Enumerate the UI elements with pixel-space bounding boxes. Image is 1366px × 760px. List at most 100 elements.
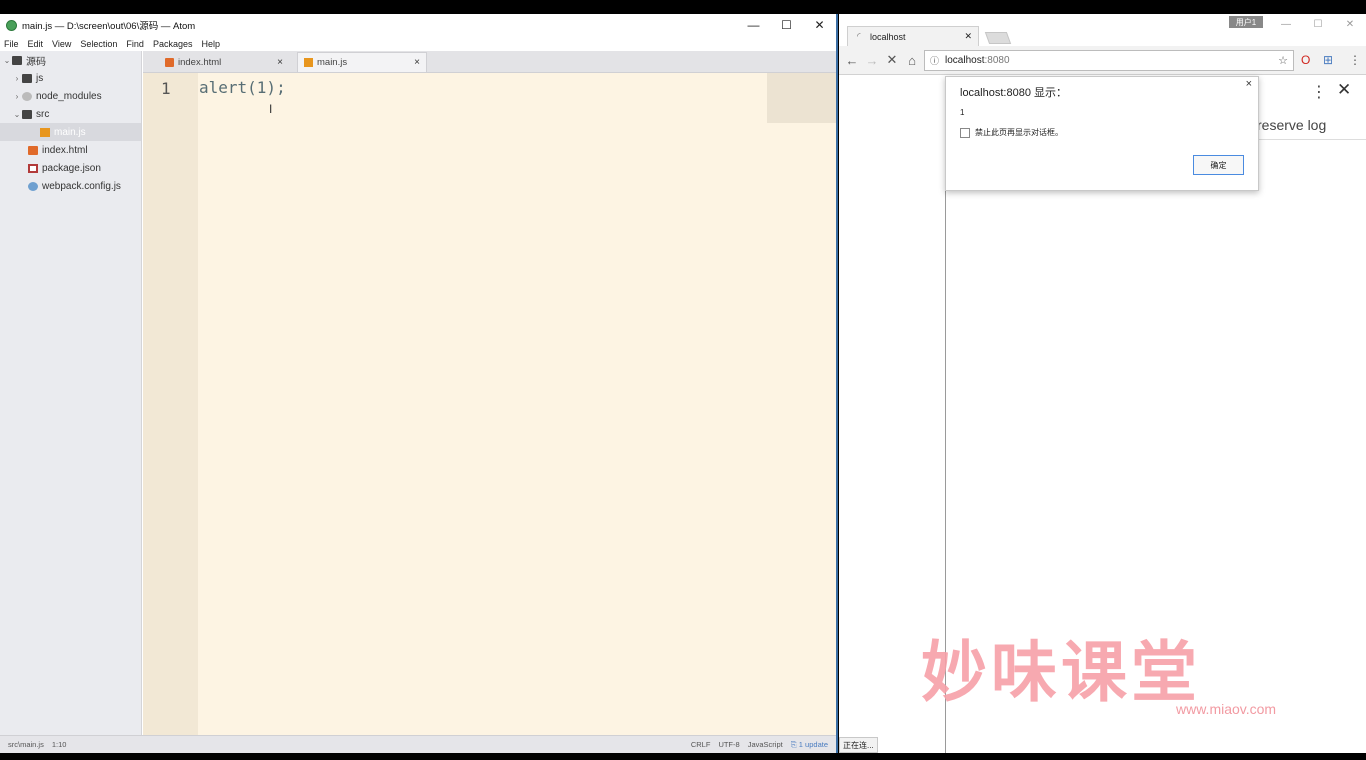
status-encoding[interactable]: UTF-8 <box>718 740 739 750</box>
tree-item-index-html[interactable]: index.html <box>0 141 141 159</box>
code-line[interactable]: alert(1); <box>199 78 286 97</box>
screen-bottom-bar <box>0 753 1366 760</box>
tree-item-label: src <box>36 108 50 120</box>
tab-main-js[interactable]: main.js × <box>297 52 427 72</box>
close-icon[interactable]: × <box>414 57 420 68</box>
chrome-window: ◜ localhost ✕ 用户1 — ☐ ✕ ← → ✕ ⌂ ⓘ localh… <box>839 14 1366 753</box>
ok-button[interactable]: 确定 <box>1193 155 1244 175</box>
webpack-icon <box>28 181 38 191</box>
devtools-close-icon[interactable]: ✕ <box>1337 80 1351 100</box>
package-icon <box>22 91 32 101</box>
menu-help[interactable]: Help <box>201 39 220 49</box>
chrome-tab-strip: ◜ localhost ✕ 用户1 — ☐ ✕ <box>839 14 1366 46</box>
close-icon[interactable]: ✕ <box>964 31 972 42</box>
atom-window-title: main.js — D:\screen\out\06\源码 — Atom <box>22 21 196 32</box>
url-port: :8080 <box>984 55 1010 66</box>
tree-item-root[interactable]: ⌄ 源码 <box>0 51 141 69</box>
menu-find[interactable]: Find <box>126 39 144 49</box>
new-tab-button[interactable] <box>984 32 1012 44</box>
watermark-logo: 妙味课堂 <box>921 634 1201 711</box>
status-grammar[interactable]: JavaScript <box>748 740 783 750</box>
minimap[interactable] <box>767 73 836 123</box>
tree-item-label: index.html <box>42 144 88 156</box>
loading-status-bubble: 正在连... <box>839 737 878 753</box>
address-bar[interactable]: ⓘ localhost:8080 ☆ <box>924 50 1294 71</box>
tree-item-js[interactable]: › js <box>0 69 141 87</box>
npm-icon <box>28 163 38 173</box>
atom-workspace: ⌄ 源码 › js › node_modules ⌄ src main.js i… <box>0 51 836 735</box>
tree-item-src[interactable]: ⌄ src <box>0 105 141 123</box>
preserve-log-label[interactable]: reserve log <box>1257 117 1326 133</box>
close-icon[interactable]: × <box>1246 78 1252 90</box>
translate-extension-icon[interactable]: ⊞ <box>1323 53 1333 67</box>
menu-view[interactable]: View <box>52 39 71 49</box>
html-file-icon <box>28 145 38 155</box>
dialog-title: localhost:8080 显示： <box>960 87 1067 99</box>
atom-window: main.js — D:\screen\out\06\源码 — Atom — ☐… <box>0 14 838 753</box>
chrome-menu-icon[interactable]: ⋮ <box>1349 53 1361 67</box>
html-file-icon <box>165 57 174 67</box>
tab-index-html[interactable]: index.html × <box>159 52 289 72</box>
devtools-more-icon[interactable]: ⋮ <box>1311 82 1327 102</box>
bookmark-star-icon[interactable]: ☆ <box>1278 54 1288 67</box>
text-cursor-icon: I <box>269 102 273 116</box>
suppress-dialogs-checkbox[interactable]: 禁止此页再显示对话框。 <box>960 127 1063 138</box>
chrome-toolbar: ← → ✕ ⌂ ⓘ localhost:8080 ☆ O ⊞ ⋮ <box>839 46 1366 75</box>
home-icon[interactable]: ⌂ <box>902 53 922 68</box>
close-icon[interactable]: × <box>277 57 283 68</box>
close-button[interactable]: ✕ <box>1334 14 1366 34</box>
menu-file[interactable]: File <box>4 39 19 49</box>
maximize-button[interactable]: ☐ <box>1302 14 1334 34</box>
browser-tab[interactable]: ◜ localhost ✕ <box>847 26 979 46</box>
atom-window-controls: — ☐ ✕ <box>737 14 836 36</box>
chevron-down-icon: ⌄ <box>13 109 21 119</box>
stop-loading-icon[interactable]: ✕ <box>882 52 902 68</box>
tree-item-label: 源码 <box>26 56 46 68</box>
tree-item-node-modules[interactable]: › node_modules <box>0 87 141 105</box>
atom-menu-bar: File Edit View Selection Find Packages H… <box>0 36 836 51</box>
status-line-ending[interactable]: CRLF <box>691 740 711 750</box>
close-button[interactable]: ✕ <box>803 14 836 36</box>
info-icon[interactable]: ⓘ <box>930 54 939 67</box>
menu-edit[interactable]: Edit <box>28 39 44 49</box>
folder-icon <box>12 55 22 65</box>
watermark-url: www.miaov.com <box>1176 701 1277 717</box>
tree-item-label: package.json <box>42 162 101 174</box>
screen-top-bar <box>0 0 1366 14</box>
browser-tab-title: localhost <box>870 31 906 42</box>
checkbox-label: 禁止此页再显示对话框。 <box>975 128 1063 137</box>
chrome-window-controls: — ☐ ✕ <box>1270 14 1366 34</box>
status-cursor-position[interactable]: 1:10 <box>52 740 67 749</box>
tree-item-label: node_modules <box>36 90 102 102</box>
status-update-label: 1 update <box>798 739 828 749</box>
profile-badge[interactable]: 用户1 <box>1229 16 1263 28</box>
status-right: CRLF UTF-8 JavaScript ⎘ 1 update <box>691 740 828 750</box>
maximize-button[interactable]: ☐ <box>770 14 803 36</box>
alert-dialog: localhost:8080 显示： × 1 禁止此页再显示对话框。 确定 <box>945 76 1259 191</box>
tree-view: ⌄ 源码 › js › node_modules ⌄ src main.js i… <box>0 51 142 735</box>
tree-item-webpack-config[interactable]: webpack.config.js <box>0 177 141 195</box>
minimize-button[interactable]: — <box>1270 14 1302 34</box>
tree-item-main-js[interactable]: main.js <box>0 123 141 141</box>
loading-spinner-icon: ◜ <box>857 31 861 41</box>
tree-item-label: main.js <box>54 126 86 138</box>
status-bar: src\main.js 1:10 CRLF UTF-8 JavaScript ⎘… <box>0 735 836 753</box>
chevron-right-icon: › <box>15 91 19 101</box>
menu-packages[interactable]: Packages <box>153 39 193 49</box>
checkbox-box[interactable] <box>960 127 970 138</box>
chevron-down-icon: ⌄ <box>3 55 11 65</box>
back-arrow-icon[interactable]: ← <box>842 53 862 68</box>
dialog-message: 1 <box>960 108 965 117</box>
forward-arrow-icon[interactable]: → <box>862 53 882 68</box>
code-editor[interactable]: 1 alert(1); I <box>143 73 836 735</box>
menu-selection[interactable]: Selection <box>80 39 117 49</box>
tab-label: index.html <box>178 56 222 68</box>
tree-item-package-json[interactable]: package.json <box>0 159 141 177</box>
tree-item-label: js <box>36 72 44 84</box>
opera-extension-icon[interactable]: O <box>1301 53 1310 67</box>
status-file-path[interactable]: src\main.js <box>8 740 44 749</box>
status-update[interactable]: ⎘ 1 update <box>791 740 828 750</box>
tree-item-label: webpack.config.js <box>42 180 121 192</box>
atom-title-bar: main.js — D:\screen\out\06\源码 — Atom — ☐… <box>0 14 836 36</box>
minimize-button[interactable]: — <box>737 14 770 36</box>
